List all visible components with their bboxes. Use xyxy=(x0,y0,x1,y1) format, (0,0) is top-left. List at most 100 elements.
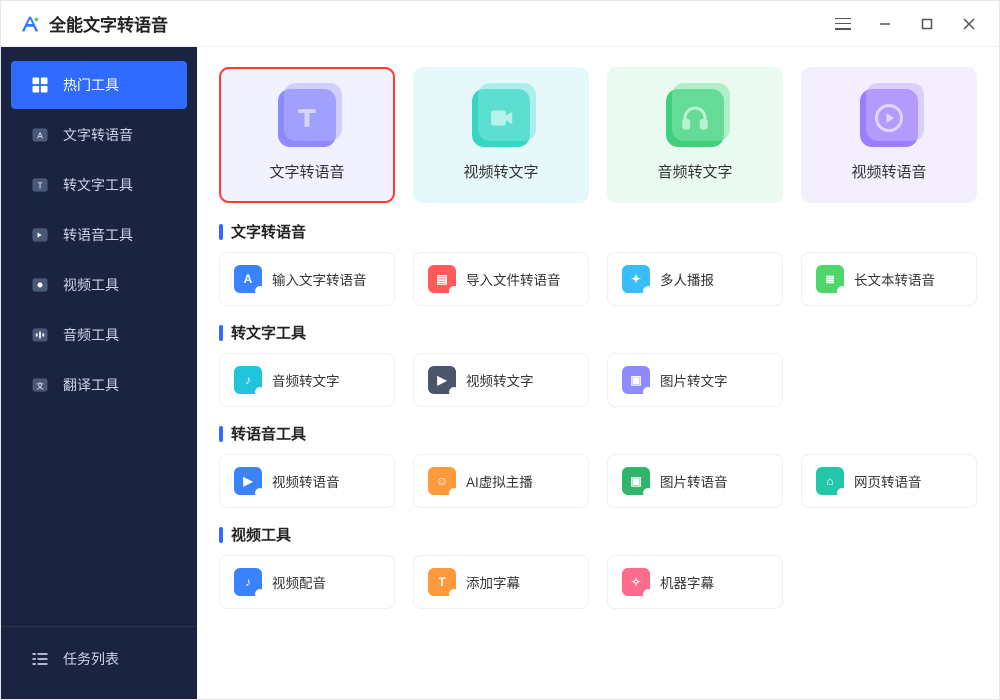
tool-label: 视频配音 xyxy=(272,572,326,592)
tool-label: AI虚拟主播 xyxy=(466,471,533,491)
svg-text:文: 文 xyxy=(36,380,44,390)
tool-row: ♪ 视频配音 T 添加字幕 ✧ 机器字幕 xyxy=(219,555,977,609)
section-title: 文字转语音 xyxy=(219,221,977,242)
hero-card-label: 文字转语音 xyxy=(269,161,344,182)
sidebar-item-label: 转文字工具 xyxy=(63,175,133,195)
tool-icon: ♪ xyxy=(234,366,262,394)
close-icon xyxy=(963,18,975,30)
minimize-icon xyxy=(879,18,891,30)
logo-icon xyxy=(19,13,41,35)
tool-card[interactable]: ⌂ 网页转语音 xyxy=(801,454,977,508)
sidebar-item-5[interactable]: 音频工具 xyxy=(11,311,187,359)
tool-label: 多人播报 xyxy=(660,269,714,289)
sidebar-item-0[interactable]: 热门工具 xyxy=(11,61,187,109)
sidebar-item-label: 热门工具 xyxy=(63,75,119,95)
tool-card[interactable]: ▤ 导入文件转语音 xyxy=(413,252,589,306)
main-content: 文字转语音视频转文字音频转文字视频转语音 文字转语音A输入文字转语音▤导入文件转… xyxy=(197,47,999,699)
sidebar-item-6[interactable]: 文翻译工具 xyxy=(11,361,187,409)
sidebar-item-icon xyxy=(29,324,51,346)
sidebar-item-1[interactable]: A 文字转语音 xyxy=(11,111,187,159)
hero-card-1[interactable]: 视频转文字 xyxy=(413,67,589,203)
sidebar-item-3[interactable]: 转语音工具 xyxy=(11,211,187,259)
hero-card-3[interactable]: 视频转语音 xyxy=(801,67,977,203)
tool-icon: ≣ xyxy=(816,265,844,293)
text-icon xyxy=(278,89,336,147)
tool-icon: ▤ xyxy=(428,265,456,293)
tool-row: ▶ 视频转语音 ☺ AI虚拟主播 ▣ 图片转语音 ⌂ 网页转语音 xyxy=(219,454,977,508)
maximize-icon xyxy=(921,18,933,30)
tool-label: 视频转文字 xyxy=(466,370,534,390)
tool-row: A 输入文字转语音 ▤ 导入文件转语音 ✦多人播报 ≣ 长文本转语音 xyxy=(219,252,977,306)
tool-label: 机器字幕 xyxy=(660,572,714,592)
tool-icon: ▶ xyxy=(428,366,456,394)
tool-row: ♪ 音频转文字 ▶ 视频转文字 ▣图片转文字 xyxy=(219,353,977,407)
maximize-button[interactable] xyxy=(907,9,947,39)
sidebar-item-icon: 文 xyxy=(29,374,51,396)
tool-card[interactable]: ▣图片转文字 xyxy=(607,353,783,407)
window-controls xyxy=(823,9,989,39)
hero-card-2[interactable]: 音频转文字 xyxy=(607,67,783,203)
hamburger-icon xyxy=(835,18,851,30)
tool-card[interactable]: A 输入文字转语音 xyxy=(219,252,395,306)
menu-button[interactable] xyxy=(823,9,863,39)
app-logo: 全能文字转语音 xyxy=(19,11,168,36)
section-title: 转语音工具 xyxy=(219,423,977,444)
svg-text:A: A xyxy=(37,130,43,140)
hero-card-0[interactable]: 文字转语音 xyxy=(219,67,395,203)
hero-card-label: 视频转语音 xyxy=(851,161,926,182)
tool-card[interactable]: ▶ 视频转语音 xyxy=(219,454,395,508)
sidebar-item-4[interactable]: 视频工具 xyxy=(11,261,187,309)
tool-card[interactable]: ≣ 长文本转语音 xyxy=(801,252,977,306)
tool-icon: ▶ xyxy=(234,467,262,495)
hero-card-label: 视频转文字 xyxy=(463,161,538,182)
app-title: 全能文字转语音 xyxy=(49,11,168,36)
hero-card-label: 音频转文字 xyxy=(657,161,732,182)
sidebar-item-label: 任务列表 xyxy=(63,649,119,669)
headphone-icon xyxy=(666,89,724,147)
tool-icon: T xyxy=(428,568,456,596)
sidebar-item-icon xyxy=(29,74,51,96)
tool-card[interactable]: ♪ 视频配音 xyxy=(219,555,395,609)
tool-icon: ♪ xyxy=(234,568,262,596)
play-icon xyxy=(860,89,918,147)
tool-icon: ▣ xyxy=(622,467,650,495)
tool-card[interactable]: ▶ 视频转文字 xyxy=(413,353,589,407)
sidebar: 热门工具 A 文字转语音 T 转文字工具转语音工具视频工具音频工具文翻译工具 任务列表 xyxy=(1,47,197,699)
tool-icon: ☺ xyxy=(428,467,456,495)
tool-card[interactable]: ✧ 机器字幕 xyxy=(607,555,783,609)
tool-icon: A xyxy=(234,265,262,293)
tool-label: 添加字幕 xyxy=(466,572,520,592)
tool-label: 视频转语音 xyxy=(272,471,340,491)
section-title: 转文字工具 xyxy=(219,322,977,343)
tool-label: 音频转文字 xyxy=(272,370,340,390)
tool-label: 图片转语音 xyxy=(660,471,728,491)
svg-text:T: T xyxy=(37,180,42,190)
sidebar-item-2[interactable]: T 转文字工具 xyxy=(11,161,187,209)
tool-card[interactable]: ✦多人播报 xyxy=(607,252,783,306)
sidebar-item-icon: T xyxy=(29,174,51,196)
sidebar-item-icon xyxy=(29,274,51,296)
sidebar-item-label: 视频工具 xyxy=(63,275,119,295)
close-button[interactable] xyxy=(949,9,989,39)
sidebar-task-list[interactable]: 任务列表 xyxy=(11,635,187,683)
tool-label: 输入文字转语音 xyxy=(272,269,367,289)
sidebar-item-label: 音频工具 xyxy=(63,325,119,345)
tool-card[interactable]: ♪ 音频转文字 xyxy=(219,353,395,407)
tool-label: 网页转语音 xyxy=(854,471,922,491)
tool-label: 长文本转语音 xyxy=(854,269,935,289)
sidebar-item-icon xyxy=(29,224,51,246)
sidebar-item-label: 文字转语音 xyxy=(63,125,133,145)
minimize-button[interactable] xyxy=(865,9,905,39)
titlebar: 全能文字转语音 xyxy=(1,1,999,47)
tool-icon: ▣ xyxy=(622,366,650,394)
tool-icon: ⌂ xyxy=(816,467,844,495)
task-list-icon xyxy=(29,648,51,670)
section-title: 视频工具 xyxy=(219,524,977,545)
tool-card[interactable]: ☺ AI虚拟主播 xyxy=(413,454,589,508)
sidebar-item-label: 转语音工具 xyxy=(63,225,133,245)
sidebar-item-icon: A xyxy=(29,124,51,146)
tool-label: 导入文件转语音 xyxy=(466,269,561,289)
tool-card[interactable]: ▣ 图片转语音 xyxy=(607,454,783,508)
tool-card[interactable]: T 添加字幕 xyxy=(413,555,589,609)
tool-icon: ✧ xyxy=(622,568,650,596)
